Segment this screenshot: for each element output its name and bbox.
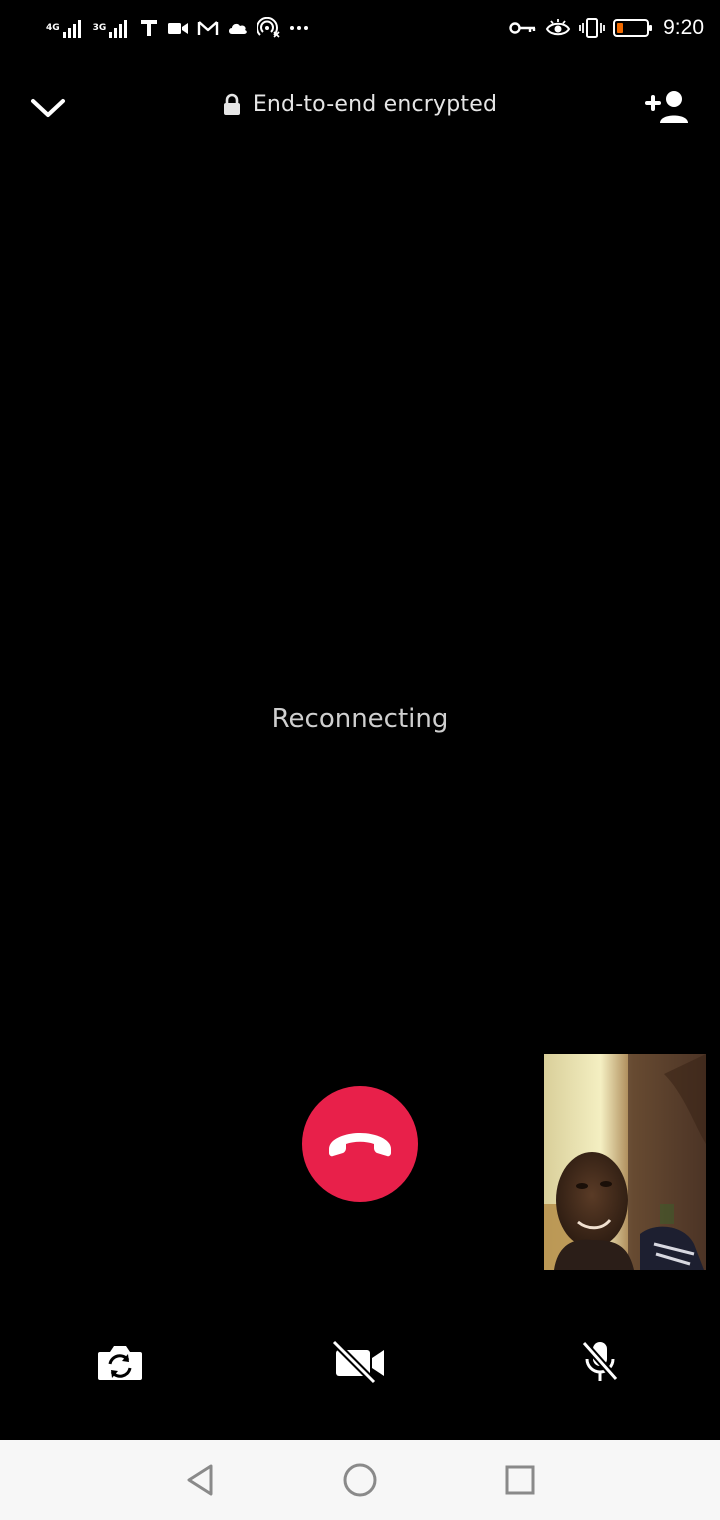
call-status: Reconnecting [271, 704, 449, 734]
cloud-icon [227, 19, 249, 37]
recents-icon [505, 1465, 535, 1495]
mic-off-icon [581, 1340, 619, 1382]
signal-icon: 4G [46, 18, 85, 38]
text-app-icon [139, 18, 159, 38]
video-icon [167, 19, 189, 37]
back-icon [187, 1464, 213, 1496]
system-nav-bar [0, 1440, 720, 1520]
self-camera-feed [544, 1054, 706, 1270]
key-icon [509, 20, 537, 36]
self-video-preview[interactable] [544, 1054, 706, 1270]
call-header: End-to-end encrypted [0, 78, 720, 138]
status-bar: 4G 3G 9:20 [0, 0, 720, 56]
add-person-icon [645, 91, 688, 123]
status-bar-right: 9:20 [509, 14, 704, 42]
vibrate-icon [579, 17, 606, 39]
recents-button[interactable] [500, 1460, 540, 1500]
encryption-label: End-to-end encrypted [252, 92, 498, 117]
call-controls [0, 1330, 720, 1394]
lock-icon [223, 93, 240, 115]
home-button[interactable] [340, 1460, 380, 1500]
add-participant-button[interactable] [642, 86, 694, 128]
switch-camera-button[interactable] [88, 1330, 152, 1394]
encryption-indicator: End-to-end encrypted [0, 92, 720, 117]
toggle-mic-button[interactable] [568, 1330, 632, 1394]
back-button[interactable] [180, 1460, 220, 1500]
home-icon [343, 1463, 377, 1497]
gmail-icon [197, 19, 219, 37]
hotspot-icon [257, 17, 281, 39]
clock: 9:20 [663, 16, 704, 39]
eye-icon [545, 17, 571, 39]
toggle-video-button[interactable] [327, 1330, 391, 1394]
switch-camera-icon [98, 1346, 142, 1380]
video-off-icon [331, 1340, 384, 1384]
signal-icon: 3G [93, 18, 132, 38]
end-call-button[interactable] [302, 1086, 418, 1202]
hang-up-icon [329, 1133, 391, 1157]
battery-icon [613, 18, 653, 38]
network-type-label: 3G [92, 22, 107, 33]
status-bar-left: 4G 3G [46, 14, 309, 42]
network-type-label: 4G [46, 22, 60, 33]
more-notifications-icon [289, 24, 309, 32]
